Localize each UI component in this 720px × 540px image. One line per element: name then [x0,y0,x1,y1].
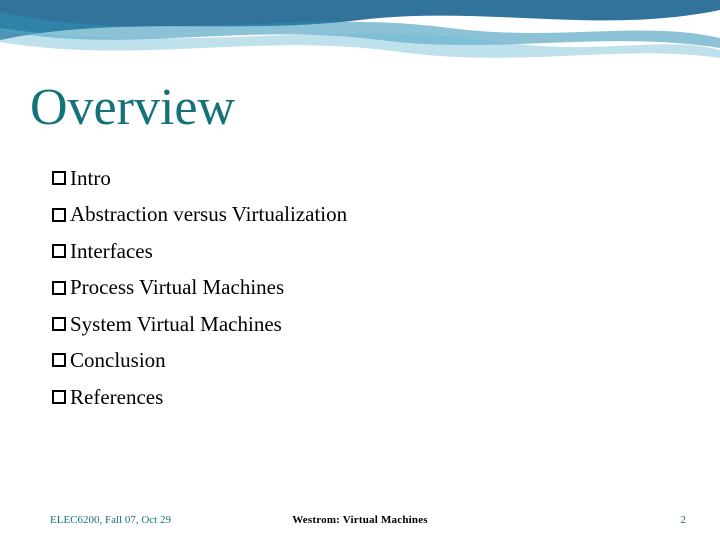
square-bullet-icon [52,244,66,258]
slide-top-banner [0,0,720,80]
list-item: Intro [52,163,652,193]
square-bullet-icon [52,390,66,404]
bullet-text: Interfaces [70,236,153,266]
slide-footer: ELEC6200, Fall 07, Oct 29 Westrom: Virtu… [0,514,720,526]
square-bullet-icon [52,353,66,367]
square-bullet-icon [52,281,66,295]
square-bullet-icon [52,317,66,331]
bullet-list: Intro Abstraction versus Virtualization … [52,163,652,418]
list-item: Conclusion [52,345,652,375]
footer-course-info: ELEC6200, Fall 07, Oct 29 [50,514,171,526]
slide-title: Overview [30,78,235,137]
bullet-text: Process Virtual Machines [70,272,284,302]
square-bullet-icon [52,208,66,222]
bullet-text: Abstraction versus Virtualization [70,199,347,229]
page-number: 2 [681,514,687,526]
bullet-text: Intro [70,163,111,193]
footer-title: Westrom: Virtual Machines [292,514,428,526]
bullet-text: References [70,382,163,412]
wave-decoration [0,0,720,80]
bullet-text: Conclusion [70,345,166,375]
list-item: Process Virtual Machines [52,272,652,302]
list-item: Interfaces [52,236,652,266]
list-item: System Virtual Machines [52,309,652,339]
list-item: References [52,382,652,412]
square-bullet-icon [52,171,66,185]
list-item: Abstraction versus Virtualization [52,199,652,229]
bullet-text: System Virtual Machines [70,309,282,339]
